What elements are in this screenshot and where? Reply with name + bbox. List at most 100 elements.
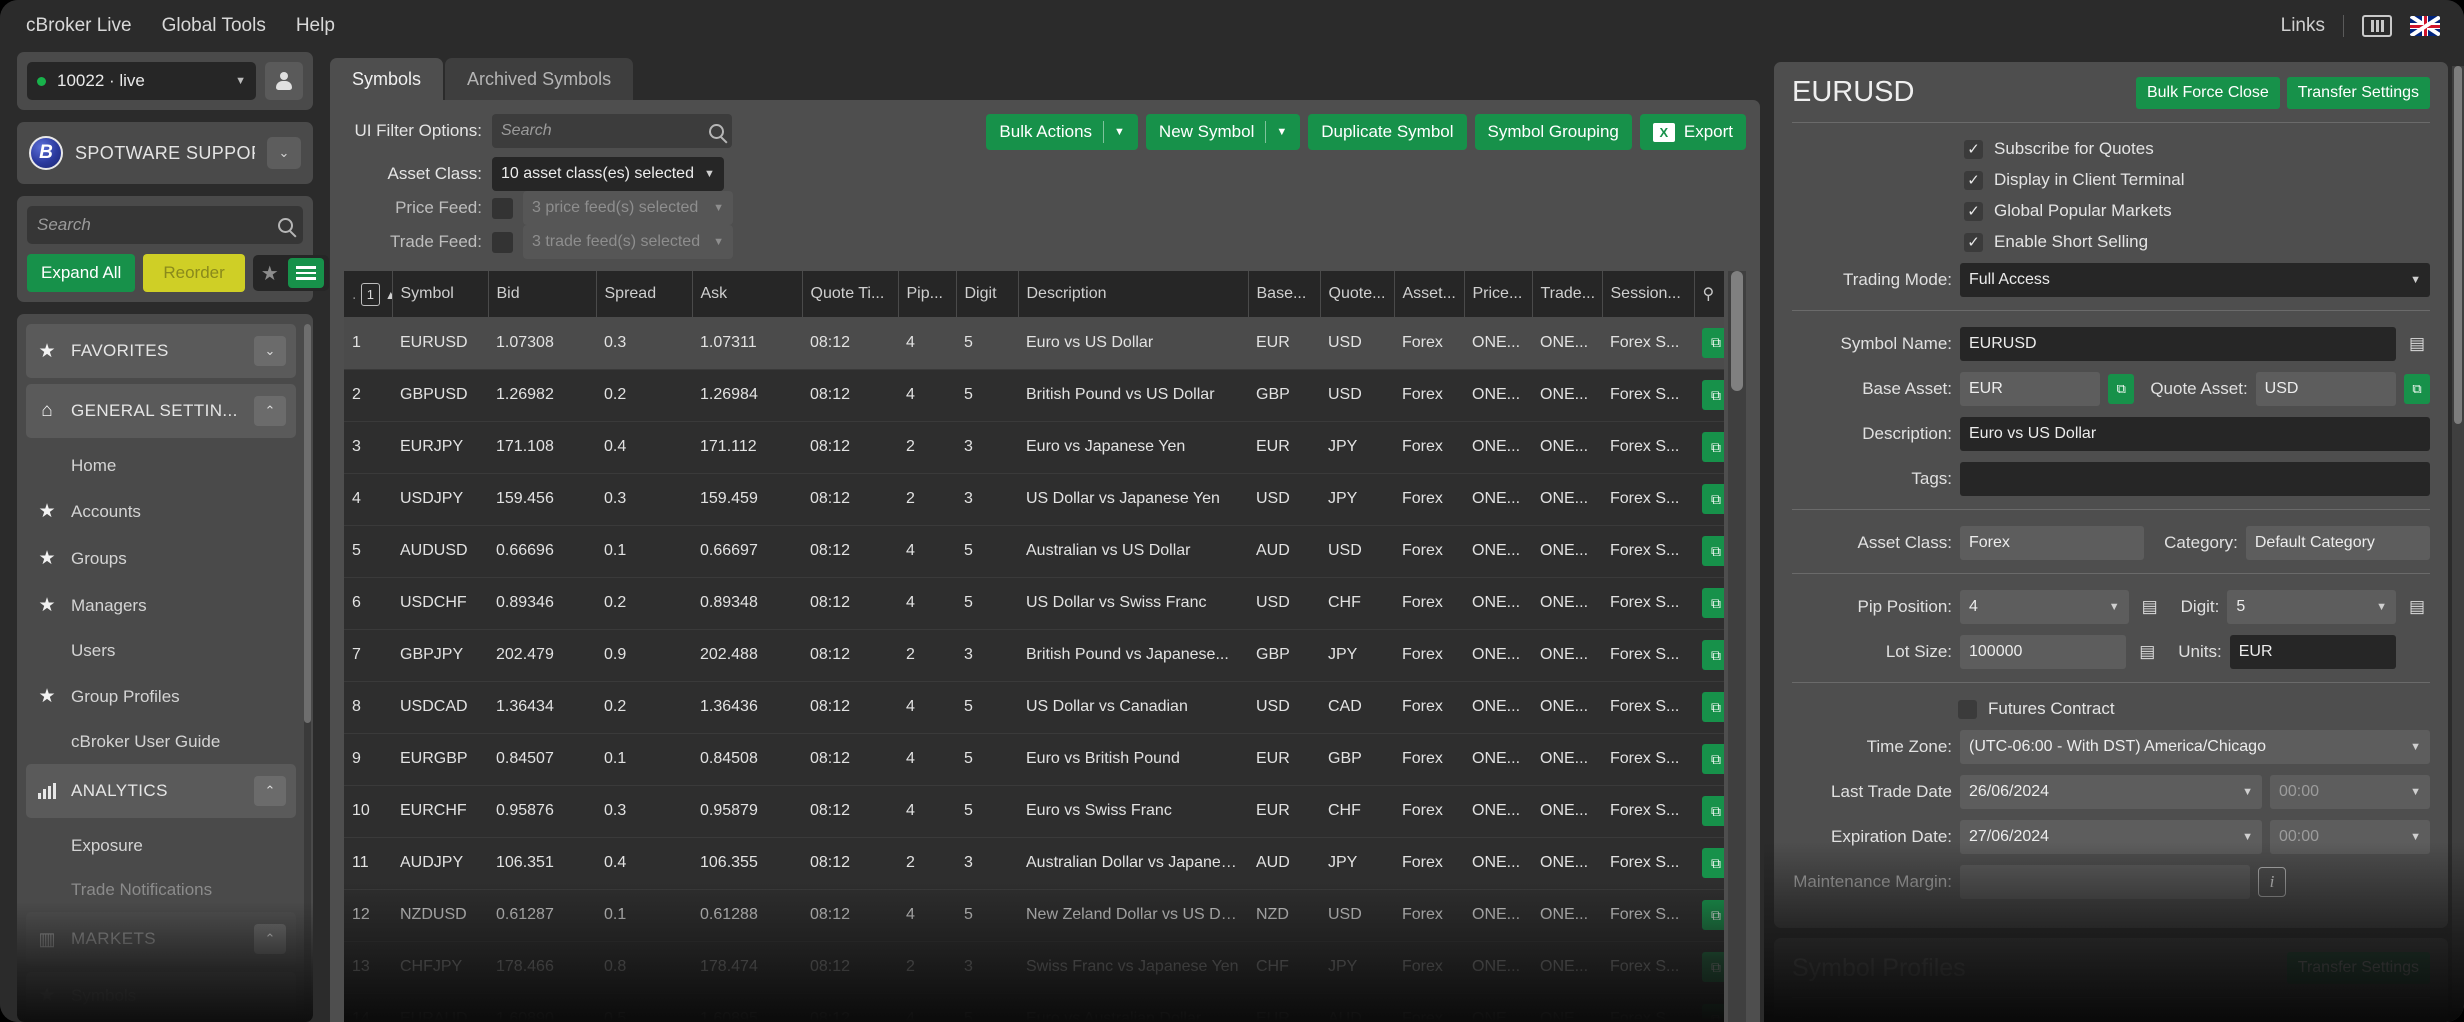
subscribe-for-quotes-checkbox[interactable]: ✓	[1964, 140, 1983, 159]
table-header-sort[interactable]: . 1▲	[344, 271, 392, 317]
chevron-down-icon[interactable]: ▼	[1276, 126, 1287, 138]
expand-all-button[interactable]: Expand All	[27, 254, 135, 292]
bulk-actions-button[interactable]: Bulk Actions▼	[986, 114, 1138, 150]
table-row[interactable]: 7GBPJPY202.4790.9202.48808:1223British P…	[344, 629, 1724, 681]
detail-scrollbar-thumb[interactable]	[2454, 66, 2462, 424]
chevron-up-icon[interactable]: ⌃	[254, 396, 286, 426]
sidebar-item-groups[interactable]: ★Groups	[26, 535, 296, 582]
bulk-force-close-button[interactable]: Bulk Force Close	[2136, 77, 2280, 109]
sidebar-group-analytics[interactable]: ANALYTICS⌃	[26, 764, 296, 818]
cell-open-action[interactable]: ⧉	[1694, 681, 1724, 733]
uk-flag-icon[interactable]	[2410, 16, 2440, 36]
table-header-base[interactable]: Base...	[1248, 271, 1320, 317]
symbols-table-scroll[interactable]: . 1▲SymbolBidSpreadAskQuote Ti...Pip...D…	[344, 271, 1724, 1022]
table-row[interactable]: 12NZDUSD0.612870.10.6128808:1245New Zela…	[344, 889, 1724, 941]
transfer-settings-button[interactable]: Transfer Settings	[2287, 77, 2430, 109]
table-row[interactable]: 4USDJPY159.4560.3159.45908:1223US Dollar…	[344, 473, 1724, 525]
trade-feed-checkbox[interactable]	[492, 232, 513, 253]
expiration-date-field[interactable]: 27/06/2024 ▼	[1960, 820, 2262, 854]
open-external-icon[interactable]: ⧉	[1702, 796, 1724, 826]
cell-open-action[interactable]: ⧉	[1694, 629, 1724, 681]
links-button[interactable]: Links	[2281, 15, 2325, 37]
open-external-icon[interactable]: ⧉	[1702, 432, 1724, 462]
table-row[interactable]: 5AUDUSD0.666960.10.6669708:1245Australia…	[344, 525, 1724, 577]
base-asset-field[interactable]: EUR	[1960, 372, 2100, 406]
filter-search-input[interactable]	[501, 122, 709, 140]
table-header-asset[interactable]: Asset...	[1394, 271, 1464, 317]
display-in-client-terminal-checkbox[interactable]: ✓	[1964, 171, 1983, 190]
sidebar-group-general-settin[interactable]: ⌂GENERAL SETTIN...⌃	[26, 384, 296, 438]
info-icon[interactable]: i	[2258, 867, 2286, 897]
panel-layout-icon[interactable]	[2362, 15, 2392, 37]
symbol-name-field[interactable]: EURUSD	[1960, 327, 2396, 361]
cell-open-action[interactable]: ⧉	[1694, 941, 1724, 993]
sidebar-item-managers[interactable]: ★Managers	[26, 582, 296, 629]
cell-open-action[interactable]: ⧉	[1694, 317, 1724, 369]
chevron-up-icon[interactable]: ⌃	[254, 776, 286, 806]
table-header-description[interactable]: Description	[1018, 271, 1248, 317]
pip-position-select[interactable]: 4 ▼	[1960, 590, 2129, 624]
quote-asset-field[interactable]: USD	[2256, 372, 2396, 406]
table-row[interactable]: 6USDCHF0.893460.20.8934808:1245US Dollar…	[344, 577, 1724, 629]
sidebar-item-users[interactable]: Users	[26, 629, 296, 673]
open-external-icon[interactable]: ⧉	[1702, 588, 1724, 618]
table-header-quote[interactable]: Quote...	[1320, 271, 1394, 317]
futures-contract-checkbox[interactable]: ✓	[1958, 700, 1977, 719]
sidebar-item-home[interactable]: Home	[26, 444, 296, 488]
open-external-icon[interactable]: ⧉	[1702, 328, 1724, 358]
cell-open-action[interactable]: ⧉	[1694, 525, 1724, 577]
cell-open-action[interactable]: ⧉	[1694, 421, 1724, 473]
table-header-actions[interactable]: ⚲	[1694, 271, 1724, 317]
edit-icon[interactable]: ▤	[2134, 639, 2160, 665]
quote-asset-open-icon[interactable]: ⧉	[2404, 374, 2430, 404]
open-external-icon[interactable]: ⧉	[1702, 1004, 1724, 1022]
table-header-pip[interactable]: Pip...	[898, 271, 956, 317]
last-trade-time-field[interactable]: 00:00 ▼	[2270, 775, 2430, 809]
cell-open-action[interactable]: ⧉	[1694, 733, 1724, 785]
chevron-up-icon[interactable]: ⌃	[254, 924, 286, 954]
sidebar-item-symbols[interactable]: ★Symbols	[26, 972, 296, 1019]
column-settings-icon[interactable]: ⚲	[1703, 286, 1715, 303]
sidebar-scrollbar[interactable]	[304, 324, 311, 1012]
symbol-detail-scroll[interactable]: EURUSD Bulk Force Close Transfer Setting…	[1774, 62, 2458, 1022]
description-field[interactable]: Euro vs US Dollar	[1960, 417, 2430, 451]
table-row[interactable]: 3EURJPY171.1080.4171.11208:1223Euro vs J…	[344, 421, 1724, 473]
cell-open-action[interactable]: ⧉	[1694, 369, 1724, 421]
open-external-icon[interactable]: ⧉	[1702, 484, 1724, 514]
table-header-trade[interactable]: Trade...	[1532, 271, 1602, 317]
price-feed-checkbox[interactable]	[492, 198, 513, 219]
table-header-digit[interactable]: Digit	[956, 271, 1018, 317]
table-header-quoteti[interactable]: Quote Ti...	[802, 271, 898, 317]
filter-search-box[interactable]	[492, 114, 732, 148]
table-header-session[interactable]: Session...	[1602, 271, 1694, 317]
cell-open-action[interactable]: ⧉	[1694, 837, 1724, 889]
menu-help[interactable]: Help	[296, 15, 335, 37]
sidebar-search-box[interactable]	[27, 206, 303, 244]
duplicate-symbol-button[interactable]: Duplicate Symbol	[1308, 114, 1466, 150]
open-external-icon[interactable]: ⧉	[1702, 952, 1724, 982]
open-external-icon[interactable]: ⧉	[1702, 848, 1724, 878]
sidebar-group-favorites[interactable]: ★FAVORITES⌄	[26, 324, 296, 378]
lot-size-field[interactable]: 100000	[1960, 635, 2126, 669]
open-external-icon[interactable]: ⧉	[1702, 640, 1724, 670]
symbol-grouping-button[interactable]: Symbol Grouping	[1475, 114, 1632, 150]
expiration-time-field[interactable]: 00:00 ▼	[2270, 820, 2430, 854]
open-external-icon[interactable]: ⧉	[1702, 380, 1724, 410]
enable-short-selling-checkbox[interactable]: ✓	[1964, 233, 1983, 252]
global-popular-markets-checkbox[interactable]: ✓	[1964, 202, 1983, 221]
table-scrollbar-thumb[interactable]	[1731, 271, 1743, 391]
detail-scrollbar[interactable]	[2452, 66, 2464, 1008]
user-icon[interactable]	[265, 62, 303, 100]
broker-expand-chevron-down-icon[interactable]: ⌄	[267, 137, 301, 169]
price-feed-select[interactable]: 3 price feed(s) selected▼	[523, 191, 733, 225]
time-zone-select[interactable]: (UTC-06:00 - With DST) America/Chicago ▼	[1960, 730, 2430, 764]
trade-feed-select[interactable]: 3 trade feed(s) selected▼	[523, 225, 733, 259]
table-row[interactable]: 11AUDJPY106.3510.4106.35508:1223Australi…	[344, 837, 1724, 889]
digit-select[interactable]: 5 ▼	[2227, 590, 2396, 624]
reorder-button[interactable]: Reorder	[143, 254, 244, 292]
sidebar-nav-scroll[interactable]: ★FAVORITES⌄⌂GENERAL SETTIN...⌃Home★Accou…	[26, 324, 304, 1022]
sidebar-scrollbar-thumb[interactable]	[304, 324, 311, 723]
cell-open-action[interactable]: ⧉	[1694, 785, 1724, 837]
table-header-symbol[interactable]: Symbol	[392, 271, 488, 317]
open-external-icon[interactable]: ⧉	[1702, 900, 1724, 930]
